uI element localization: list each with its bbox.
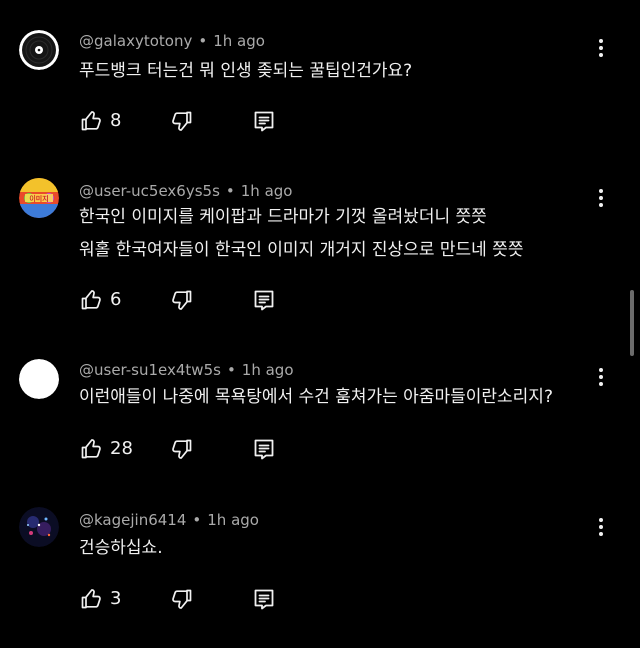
comment-text-line: 한국인 이미지를 케이팝과 드라마가 기껏 올려놨더니 쯧쯧 xyxy=(79,207,487,227)
like-count: 28 xyxy=(110,438,133,459)
meta-separator: • xyxy=(192,511,202,529)
meta-separator: • xyxy=(225,182,235,200)
dislike-button[interactable] xyxy=(170,288,194,312)
comment-meta: @galaxytotony • 1h ago xyxy=(79,30,265,52)
svg-text:이미지: 이미지 xyxy=(29,194,48,203)
like-button[interactable] xyxy=(79,109,103,133)
comment-time[interactable]: 1h ago xyxy=(213,32,265,50)
meta-separator: • xyxy=(226,361,236,379)
reply-button[interactable] xyxy=(252,109,276,133)
like-count: 8 xyxy=(110,110,122,131)
avatar[interactable] xyxy=(19,359,59,399)
comment-text-line: 건승하십쇼. xyxy=(79,538,163,558)
avatar[interactable] xyxy=(19,507,59,547)
scrollbar-thumb[interactable] xyxy=(630,290,634,356)
comment-actions: 28 xyxy=(0,437,640,465)
reply-button[interactable] xyxy=(252,288,276,312)
reply-button[interactable] xyxy=(252,587,276,611)
avatar[interactable]: 이미지 xyxy=(19,178,59,218)
comment-text: 푸드뱅크 터는건 뭐 인생 좆되는 꿀팁인건가요? xyxy=(79,55,599,88)
reply-button[interactable] xyxy=(252,437,276,461)
comment-item: @kagejin6414 • 1h ago 건승하십쇼. 3 xyxy=(0,507,640,629)
comment-item: @user-su1ex4tw5s • 1h ago 이런애들이 나중에 목욕탕에서 … xyxy=(0,359,640,479)
meta-separator: • xyxy=(198,32,208,50)
comment-item: @galaxytotony • 1h ago 푸드뱅크 터는건 뭐 인생 좆되는 꿀… xyxy=(0,30,640,150)
comment-item: 이미지 @user-uc5ex6ys5s • 1h ago 한국인 이미지를 케이팝… xyxy=(0,178,640,320)
comment-author[interactable]: @kagejin6414 xyxy=(79,511,186,529)
like-count: 6 xyxy=(110,289,122,310)
comment-actions: 3 xyxy=(0,587,640,615)
dislike-button[interactable] xyxy=(170,109,194,133)
comment-meta: @user-su1ex4tw5s • 1h ago xyxy=(79,359,294,381)
like-button[interactable] xyxy=(79,288,103,312)
like-button[interactable] xyxy=(79,437,103,461)
like-button[interactable] xyxy=(79,587,103,611)
comment-meta: @kagejin6414 • 1h ago xyxy=(79,509,259,531)
comment-text-line: 이런애들이 나중에 목욕탕에서 수건 훔쳐가는 아줌마들이란소리지? xyxy=(79,387,553,407)
comment-text: 이런애들이 나중에 목욕탕에서 수건 훔쳐가는 아줌마들이란소리지? xyxy=(79,381,599,414)
comment-text: 건승하십쇼. xyxy=(79,532,599,565)
comment-actions: 6 xyxy=(0,288,640,316)
comment-author[interactable]: @user-uc5ex6ys5s xyxy=(79,182,220,200)
dislike-button[interactable] xyxy=(170,587,194,611)
avatar[interactable] xyxy=(19,30,59,70)
dislike-button[interactable] xyxy=(170,437,194,461)
comment-actions: 8 xyxy=(0,109,640,137)
comment-text-line: 푸드뱅크 터는건 뭐 인생 좆되는 꿀팁인건가요? xyxy=(79,61,413,81)
like-count: 3 xyxy=(110,588,122,609)
comment-time[interactable]: 1h ago xyxy=(207,511,259,529)
comment-meta: @user-uc5ex6ys5s • 1h ago xyxy=(79,180,292,202)
comment-author[interactable]: @user-su1ex4tw5s xyxy=(79,361,221,379)
comment-text-line: 워홀 한국여자들이 한국인 이미지 개거지 진상으로 만드네 쯧쯧 xyxy=(79,240,524,260)
comment-text: 한국인 이미지를 케이팝과 드라마가 기껏 올려놨더니 쯧쯧 워홀 한국여자들이… xyxy=(79,201,599,267)
comment-author[interactable]: @galaxytotony xyxy=(79,32,192,50)
comment-time[interactable]: 1h ago xyxy=(241,182,293,200)
comment-time[interactable]: 1h ago xyxy=(242,361,294,379)
